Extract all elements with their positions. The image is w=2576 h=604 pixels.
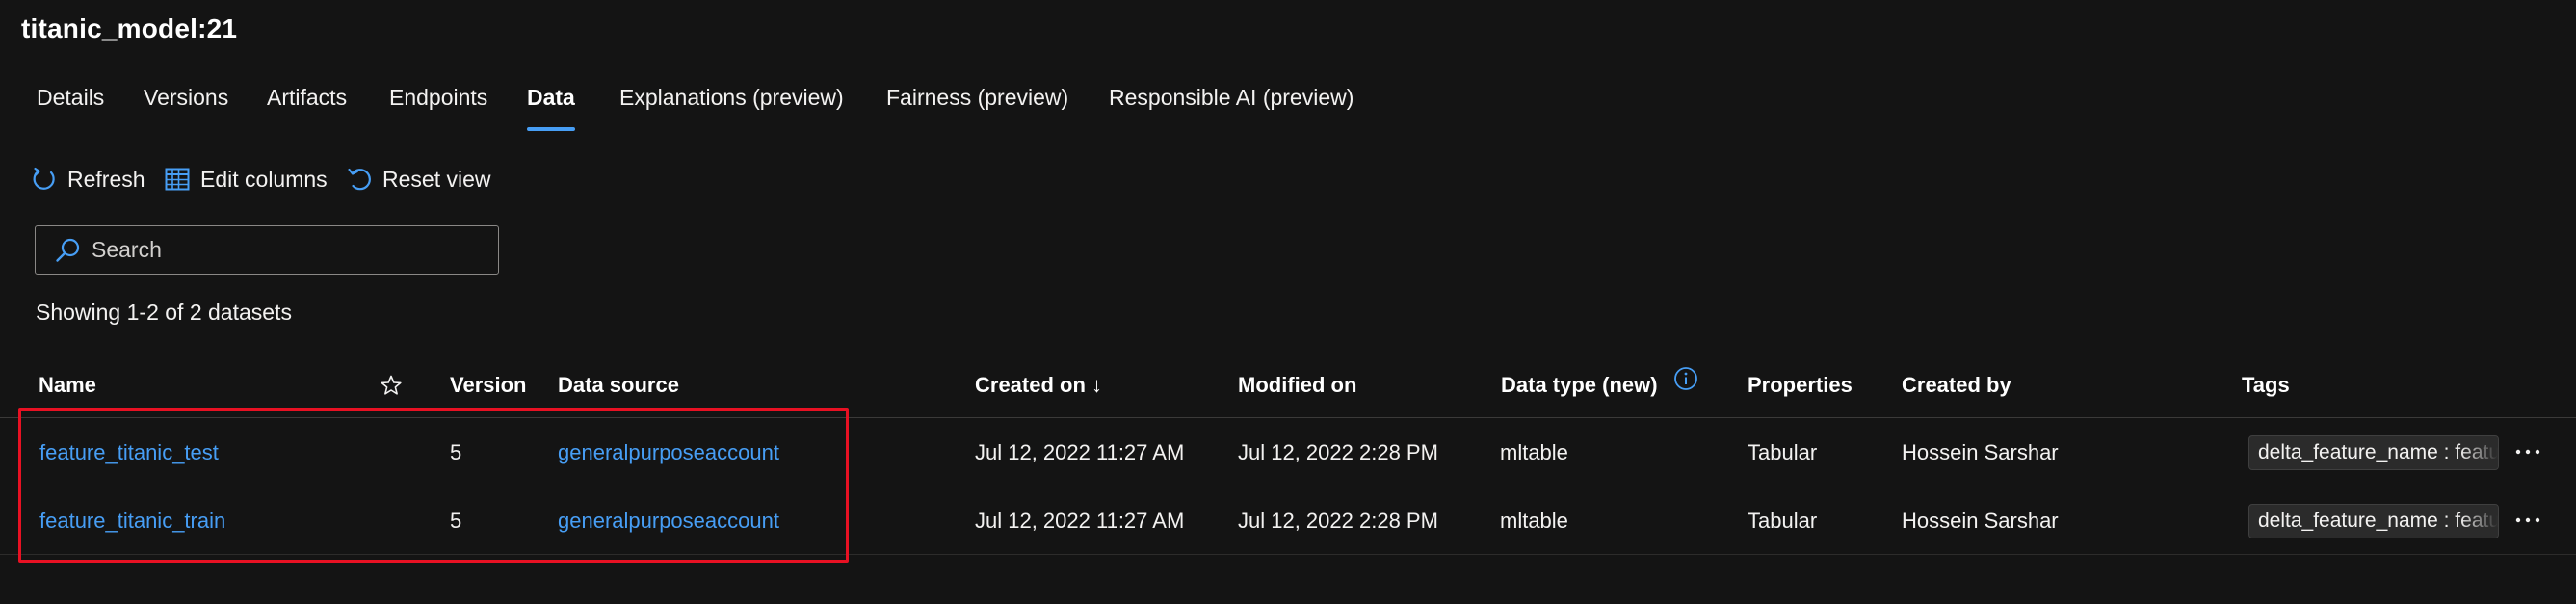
tab-explanations[interactable]: Explanations (preview) [619,79,844,133]
more-options-icon[interactable] [2510,434,2545,469]
search-icon [53,236,82,265]
data-source-link[interactable]: generalpurposeaccount [558,419,779,486]
table-row[interactable]: feature_titanic_train 5 generalpurposeac… [0,487,2576,555]
column-header-tags[interactable]: Tags [2242,362,2290,410]
column-header-data-type[interactable]: Data type (new) [1501,362,1698,410]
data-type-header-label: Data type (new) [1501,373,1658,397]
column-header-created-on[interactable]: Created on ↓ [975,362,1102,410]
column-header-name[interactable]: Name [39,362,96,410]
table-row[interactable]: feature_titanic_test 5 generalpurposeacc… [0,419,2576,486]
tab-data[interactable]: Data [527,79,575,133]
properties-cell: Tabular [1748,509,1818,533]
created-by-cell: Hossein Sarshar [1902,440,2059,464]
column-header-version[interactable]: Version [450,362,526,410]
dataset-version: 5 [450,509,462,533]
model-data-page: titanic_model:21 Details Versions Artifa… [0,0,2576,604]
created-on-cell: Jul 12, 2022 11:27 AM [975,440,1185,464]
created-on-cell: Jul 12, 2022 11:27 AM [975,509,1185,533]
reset-icon [344,164,375,195]
column-header-data-source[interactable]: Data source [558,362,679,410]
properties-cell: Tabular [1748,440,1818,464]
favorite-star-icon[interactable] [380,362,403,410]
search-input[interactable] [92,237,477,263]
refresh-icon [29,164,60,195]
tag-chip[interactable]: delta_feature_name : feature_titanic [2248,504,2499,538]
modified-on-cell: Jul 12, 2022 2:28 PM [1238,440,1438,464]
tab-versions[interactable]: Versions [144,79,228,133]
data-type-cell: mltable [1500,509,1568,533]
refresh-label: Refresh [67,166,145,192]
edit-columns-label: Edit columns [200,166,328,192]
reset-view-label: Reset view [382,166,491,192]
edit-columns-button[interactable]: Edit columns [162,160,328,198]
column-header-created-by[interactable]: Created by [1902,362,2011,410]
dataset-name-link[interactable]: feature_titanic_test [39,419,219,486]
tab-bar: Details Versions Artifacts Endpoints Dat… [0,79,1541,133]
tab-fairness[interactable]: Fairness (preview) [886,79,1068,133]
tag-chip[interactable]: delta_feature_name : feature_titanic [2248,435,2499,470]
tab-artifacts[interactable]: Artifacts [267,79,347,133]
dataset-name-link[interactable]: feature_titanic_train [39,487,225,555]
tab-responsible-ai[interactable]: Responsible AI (preview) [1109,79,1354,133]
column-header-modified-on[interactable]: Modified on [1238,362,1356,410]
info-icon[interactable] [1673,361,1698,407]
edit-columns-icon [162,164,193,195]
modified-on-cell: Jul 12, 2022 2:28 PM [1238,509,1438,533]
tab-details[interactable]: Details [37,79,104,133]
page-title: titanic_model:21 [21,13,238,43]
table-header: Name Version Data source Created on ↓ Mo… [0,362,2576,418]
results-count: Showing 1-2 of 2 datasets [36,300,292,325]
refresh-button[interactable]: Refresh [29,160,145,198]
reset-view-button[interactable]: Reset view [344,160,490,198]
created-by-cell: Hossein Sarshar [1902,509,2059,533]
search-box [35,225,499,275]
toolbar: Refresh Edit columns Reset view [0,160,674,198]
tab-endpoints[interactable]: Endpoints [389,79,487,133]
data-source-link[interactable]: generalpurposeaccount [558,487,779,555]
data-type-cell: mltable [1500,440,1568,464]
dataset-version: 5 [450,440,462,464]
column-header-properties[interactable]: Properties [1748,362,1853,410]
more-options-icon[interactable] [2510,503,2545,538]
